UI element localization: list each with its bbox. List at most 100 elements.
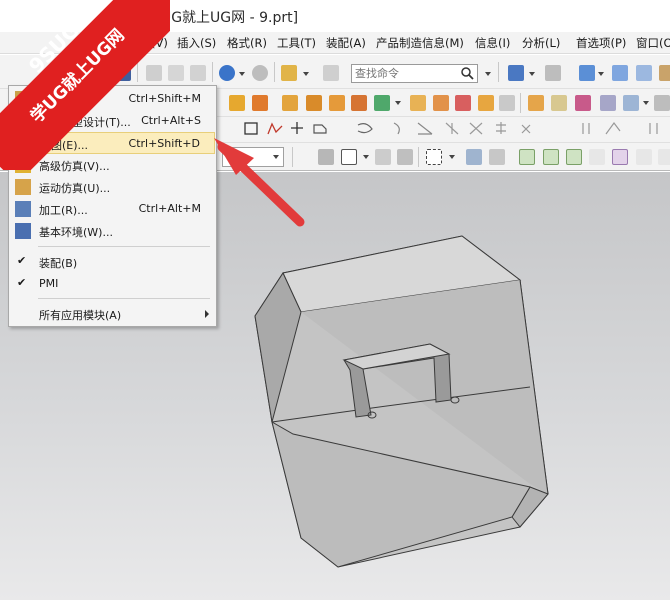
snap-midpoint-icon[interactable]	[543, 149, 559, 165]
snap-point-icon[interactable]	[341, 149, 357, 165]
parallel-icon[interactable]	[582, 123, 590, 134]
revolve-icon[interactable]	[282, 95, 298, 111]
sketch-icon[interactable]	[229, 95, 245, 111]
menu-item-gateway[interactable]: 基本环境(W)...	[10, 220, 215, 242]
undo-dropdown-icon[interactable]	[239, 72, 245, 76]
cut-icon[interactable]	[146, 65, 162, 81]
search-icon[interactable]	[460, 66, 474, 80]
cube-view-icon[interactable]	[612, 65, 628, 81]
toolbar-separator	[418, 147, 419, 167]
offset-curve-icon[interactable]	[393, 122, 400, 135]
snap-curve-icon[interactable]	[589, 149, 605, 165]
polyline-icon[interactable]	[267, 122, 283, 135]
title-bar: - [学UG就上UG网 - 9.prt]	[0, 0, 670, 32]
unite-icon[interactable]	[351, 95, 367, 111]
toolbar-separator	[498, 62, 499, 82]
select-cube-icon[interactable]	[466, 149, 482, 165]
subtract-icon[interactable]	[374, 95, 390, 111]
window-layout-icon[interactable]	[508, 65, 524, 81]
layout-dropdown-icon[interactable]	[529, 72, 535, 76]
menu-view[interactable]: 视图(V)	[128, 35, 168, 51]
trim-curve-icon[interactable]	[417, 122, 433, 135]
chamfer-icon[interactable]	[433, 95, 449, 111]
save-icon[interactable]	[115, 65, 131, 81]
redo-icon[interactable]	[252, 65, 268, 81]
view-fit-icon[interactable]	[545, 65, 561, 81]
select-face-icon[interactable]	[489, 149, 505, 165]
divide-curve-icon[interactable]	[469, 122, 483, 135]
menu-tools[interactable]: 工具(T)	[277, 35, 316, 51]
body-select-icon[interactable]	[397, 149, 413, 165]
menu-information[interactable]: 信息(I)	[475, 35, 510, 51]
extend-curve-icon[interactable]	[445, 122, 459, 135]
select-mode-dropdown-icon[interactable]	[449, 155, 455, 159]
wireframe-view-icon[interactable]	[636, 65, 652, 81]
resize-face-icon[interactable]	[623, 95, 639, 111]
draft-icon[interactable]	[478, 95, 494, 111]
menu-item-manufacturing[interactable]: 加工(R)... Ctrl+Alt+M	[10, 198, 215, 220]
command-search	[351, 64, 478, 83]
sync-dropdown-icon[interactable]	[643, 101, 649, 105]
menu-item-motion-simulation[interactable]: 运动仿真(U)...	[10, 176, 215, 198]
menu-item-drafting[interactable]: 制图(E)... Ctrl+Shift+D	[10, 132, 215, 154]
window-title: - [学UG就上UG网 - 9.prt]	[132, 10, 299, 26]
menu-item-advanced-simulation[interactable]: 高级仿真(V)...	[10, 154, 215, 176]
extrude-icon[interactable]	[252, 95, 268, 111]
open-dropdown-icon[interactable]	[303, 72, 309, 76]
snap-tangent-icon[interactable]	[658, 149, 670, 165]
snap-intersection-icon[interactable]	[612, 149, 628, 165]
replace-face-icon[interactable]	[575, 95, 591, 111]
sync-move-face-icon[interactable]	[528, 95, 544, 111]
shaded-view-icon[interactable]	[579, 65, 595, 81]
boolean-dropdown-icon[interactable]	[395, 101, 401, 105]
constraints-icon[interactable]	[496, 122, 506, 134]
menu-item-all-applications[interactable]: 所有应用模块(A)	[10, 303, 215, 325]
toolbar-separator	[274, 62, 275, 82]
command-finder-icon[interactable]	[323, 65, 339, 81]
selection-filter-dropdown[interactable]	[222, 147, 284, 167]
offset-face-icon[interactable]	[551, 95, 567, 111]
snap-arc-center-icon[interactable]	[636, 149, 652, 165]
fillet-icon[interactable]	[313, 124, 327, 134]
snap-dropdown-icon[interactable]	[363, 155, 369, 159]
search-dropdown-icon[interactable]	[485, 72, 491, 76]
general-select-icon[interactable]	[318, 149, 334, 165]
view-dropdown-icon[interactable]	[598, 72, 604, 76]
menu-item-pmi[interactable]: ✔ PMI	[10, 273, 215, 295]
menu-analysis[interactable]: 分析(L)	[522, 35, 560, 51]
trim-body-icon[interactable]	[499, 95, 515, 111]
paste-icon[interactable]	[190, 65, 206, 81]
shell-icon[interactable]	[455, 95, 471, 111]
feature-select-icon[interactable]	[375, 149, 391, 165]
angle-icon[interactable]	[605, 121, 621, 135]
spline-icon[interactable]	[357, 123, 373, 134]
more-features-icon[interactable]	[654, 95, 670, 111]
command-search-input[interactable]	[352, 65, 457, 82]
menu-pmi[interactable]: 产品制造信息(M)	[376, 35, 464, 51]
delete-face-icon[interactable]	[600, 95, 616, 111]
menu-window[interactable]: 窗口(O)	[636, 35, 670, 51]
menu-item-modeling[interactable]: 建模(L)... Ctrl+Shift+M	[10, 88, 215, 110]
open-folder-icon[interactable]	[281, 65, 297, 81]
point-icon[interactable]	[291, 122, 303, 134]
open-icon[interactable]	[94, 65, 110, 81]
menu-assemblies[interactable]: 装配(A)	[326, 35, 366, 51]
menu-item-shape-studio[interactable]: 外观造型设计(T)... Ctrl+Alt+S	[10, 110, 215, 132]
edge-blend-icon[interactable]	[410, 95, 426, 111]
equal-icon[interactable]	[649, 123, 658, 134]
pattern-icon[interactable]	[329, 95, 345, 111]
rectangle-select-icon[interactable]	[426, 149, 442, 165]
dimension-icon[interactable]	[521, 124, 531, 134]
menu-insert[interactable]: 插入(S)	[177, 35, 216, 51]
snap-endpoint-icon[interactable]	[519, 149, 535, 165]
snap-line-icon[interactable]	[566, 149, 582, 165]
texture-view-icon[interactable]	[659, 65, 670, 81]
menu-preferences[interactable]: 首选项(P)	[576, 35, 626, 51]
rectangle-icon[interactable]	[244, 122, 258, 135]
copy-icon[interactable]	[168, 65, 184, 81]
menu-format[interactable]: 格式(R)	[227, 35, 267, 51]
advanced-simulation-icon	[15, 157, 31, 173]
undo-icon[interactable]	[219, 65, 235, 81]
hole-icon[interactable]	[306, 95, 322, 111]
menu-item-assemblies[interactable]: ✔ 装配(B)	[10, 251, 215, 273]
